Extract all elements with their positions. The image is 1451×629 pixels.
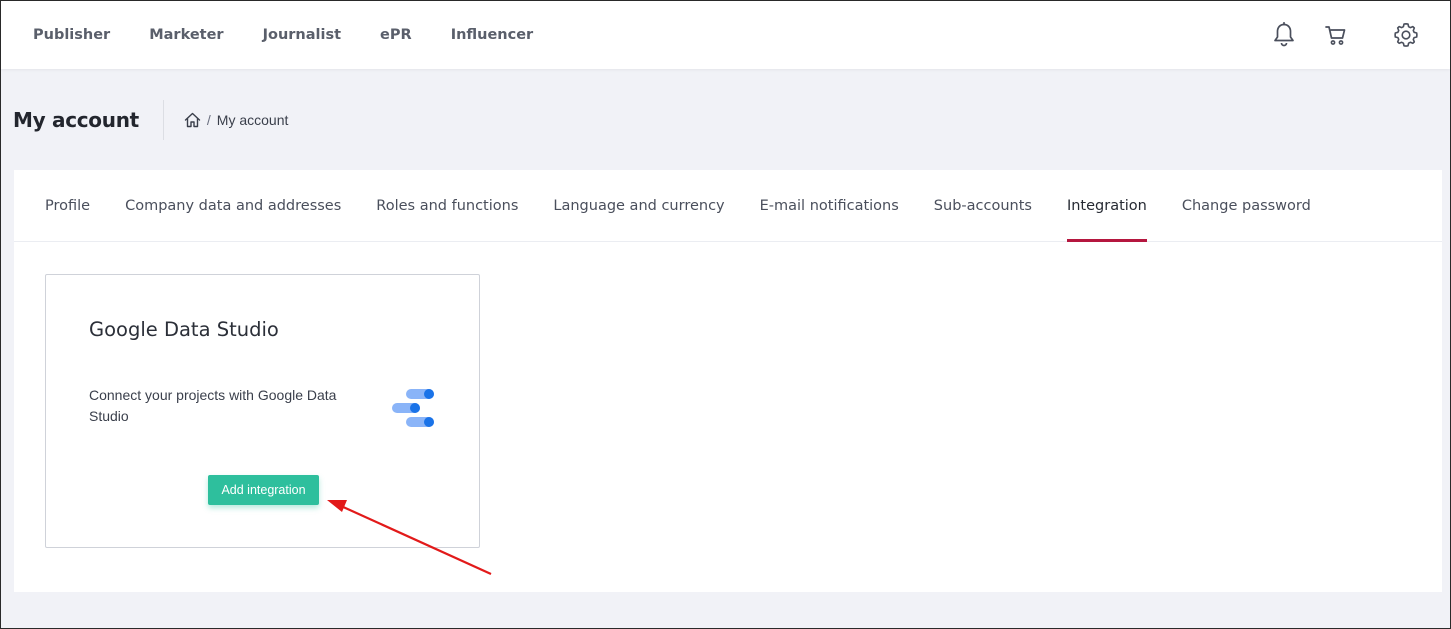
top-nav: Publisher Marketer Journalist ePR Influe…	[33, 27, 572, 43]
integration-card-google-data-studio: Google Data Studio Connect your projects…	[45, 274, 480, 548]
tab-language-currency[interactable]: Language and currency	[553, 170, 724, 241]
breadcrumb: / My account	[184, 112, 288, 128]
account-panel: Profile Company data and addresses Roles…	[14, 170, 1442, 592]
tab-roles[interactable]: Roles and functions	[376, 170, 518, 241]
title-divider	[162, 100, 164, 140]
account-tabs: Profile Company data and addresses Roles…	[14, 170, 1442, 242]
nav-influencer[interactable]: Influencer	[451, 27, 534, 43]
gear-icon[interactable]	[1392, 21, 1420, 49]
add-integration-button[interactable]: Add integration	[208, 475, 319, 505]
nav-journalist[interactable]: Journalist	[263, 27, 341, 43]
breadcrumb-current: My account	[216, 112, 289, 128]
integration-card-description: Connect your projects with Google Data S…	[89, 387, 337, 424]
page-title: My account	[13, 108, 139, 132]
google-data-studio-logo-icon	[390, 387, 436, 434]
cart-icon[interactable]	[1322, 21, 1350, 49]
nav-marketer[interactable]: Marketer	[149, 27, 223, 43]
integration-card-title: Google Data Studio	[89, 318, 279, 341]
tab-profile[interactable]: Profile	[45, 170, 90, 241]
breadcrumb-separator: /	[206, 112, 211, 128]
page-header: My account / My account	[1, 71, 1450, 169]
nav-publisher[interactable]: Publisher	[33, 27, 110, 43]
tab-sub-accounts[interactable]: Sub-accounts	[934, 170, 1032, 241]
bell-icon[interactable]	[1270, 21, 1298, 49]
nav-epr[interactable]: ePR	[380, 27, 412, 43]
tab-company-data[interactable]: Company data and addresses	[125, 170, 341, 241]
top-navbar: Publisher Marketer Journalist ePR Influe…	[1, 1, 1450, 69]
tab-email-notifications[interactable]: E-mail notifications	[760, 170, 899, 241]
tab-integration[interactable]: Integration	[1066, 170, 1147, 242]
home-icon[interactable]	[184, 112, 201, 128]
tab-change-password[interactable]: Change password	[1182, 170, 1311, 241]
